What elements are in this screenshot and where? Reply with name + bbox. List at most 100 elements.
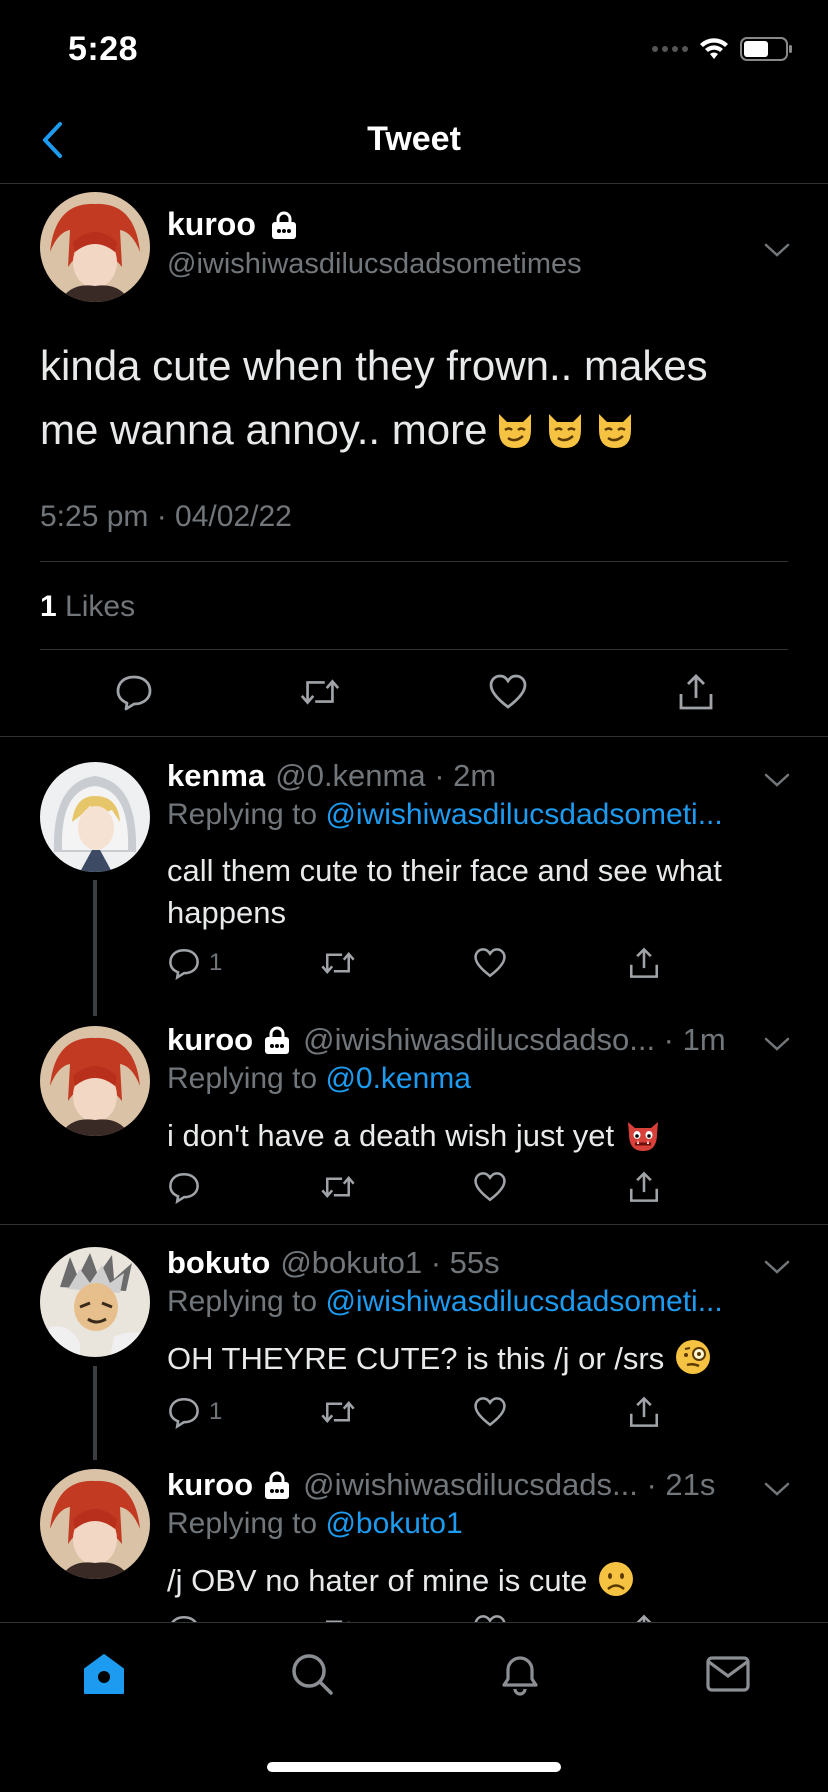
replying-prefix: Replying to (167, 1285, 326, 1318)
share-button[interactable] (627, 1395, 661, 1429)
reply-tweet[interactable]: kenma @0.kenma · 2m Replying to @iwishiw… (0, 758, 828, 1008)
reply-button[interactable] (167, 1613, 201, 1622)
avatar[interactable] (40, 1247, 150, 1357)
reply-author-name[interactable]: kuroo (167, 1467, 253, 1503)
share-icon (629, 1171, 659, 1202)
reply-text: i don't have a death wish just yet (167, 1114, 787, 1157)
likes-stat[interactable]: 1 Likes (40, 590, 135, 624)
lock-icon (271, 211, 296, 239)
tab-notifications[interactable] (495, 1649, 545, 1699)
retweet-icon (321, 1401, 355, 1423)
reply-button[interactable] (167, 1170, 209, 1204)
monocle-face-icon (675, 1340, 710, 1374)
chevron-down-icon[interactable] (762, 1257, 792, 1277)
reply-header: bokuto @bokuto1 · 55s (167, 1245, 500, 1281)
tweet-timestamp: 5:25 pm · 04/02/22 (40, 500, 292, 533)
page-title: Tweet (367, 120, 461, 158)
avatar[interactable] (40, 192, 150, 302)
chevron-down-icon[interactable] (762, 240, 792, 260)
retweet-button[interactable] (319, 1170, 357, 1204)
like-button[interactable] (473, 1170, 507, 1204)
retweet-button[interactable] (298, 670, 342, 714)
replying-to: Replying to @iwishiwasdilucsdadsometi... (167, 1285, 723, 1319)
comment-icon (116, 675, 152, 711)
reply-count: 1 (209, 1398, 223, 1425)
heart-icon (474, 1397, 506, 1427)
avatar[interactable] (40, 1469, 150, 1579)
retweet-button[interactable] (319, 1395, 357, 1429)
like-button[interactable] (473, 1613, 507, 1622)
tab-home[interactable] (79, 1649, 129, 1699)
share-icon (679, 674, 713, 710)
likes-count: 1 (40, 590, 57, 623)
lock-icon (265, 1026, 290, 1054)
status-bar: 5:28 (0, 0, 828, 96)
retweet-icon (321, 1176, 355, 1198)
reply-actions: 1 (167, 1395, 667, 1435)
reply-author-name[interactable]: kenma (167, 758, 265, 794)
replying-prefix: Replying to (167, 1062, 326, 1095)
divider (40, 649, 788, 650)
home-icon (84, 1654, 124, 1694)
mail-icon (706, 1656, 750, 1692)
likes-label: Likes (65, 590, 136, 623)
reply-button[interactable]: 1 (167, 1395, 222, 1429)
like-button[interactable] (473, 1395, 507, 1429)
signal-icon (652, 46, 688, 52)
chevron-down-icon[interactable] (762, 1479, 792, 1499)
tweet-text-line2: me wanna annoy.. more (40, 398, 790, 462)
share-button[interactable] (627, 946, 661, 980)
tweet-text: kinda cute when they frown.. makes me wa… (40, 334, 790, 462)
author-name-text: kuroo (167, 206, 256, 242)
avatar[interactable] (40, 762, 150, 872)
author-name[interactable]: kuroo (167, 206, 298, 243)
heart-icon (474, 948, 506, 978)
share-button[interactable] (627, 1170, 661, 1204)
tab-search[interactable] (287, 1649, 337, 1699)
heart-icon (474, 1615, 506, 1622)
retweet-button[interactable] (319, 946, 357, 980)
reply-author-name[interactable]: bokuto (167, 1245, 270, 1281)
home-indicator (267, 1762, 561, 1772)
replying-to: Replying to @0.kenma (167, 1062, 471, 1096)
reply-actions (167, 1170, 667, 1210)
heart-icon (474, 1172, 506, 1202)
tweet-actions (0, 670, 828, 730)
mention-link[interactable]: @bokuto1 (325, 1507, 462, 1540)
share-button[interactable] (627, 1613, 661, 1622)
mention-link[interactable]: @iwishiwasdilucsdadsometi... (325, 1285, 722, 1318)
mention-link[interactable]: @iwishiwasdilucsdadsometi... (325, 798, 722, 831)
reply-header: kuroo @iwishiwasdilucsdadso... · 1m (167, 1022, 726, 1058)
reply-handle-time: @bokuto1 · 55s (280, 1245, 500, 1280)
heart-icon (489, 674, 527, 709)
replying-to: Replying to @bokuto1 (167, 1507, 463, 1541)
reply-button[interactable] (112, 670, 156, 714)
reply-button[interactable]: 1 (167, 946, 222, 980)
reply-actions: 1 (167, 946, 667, 986)
reply-author-name[interactable]: kuroo (167, 1022, 253, 1058)
tab-messages[interactable] (703, 1649, 753, 1699)
reply-tweet[interactable]: kuroo @iwishiwasdilucsdads... · 21s Repl… (0, 1467, 828, 1622)
frowning-face-icon (599, 1562, 634, 1596)
chevron-down-icon[interactable] (762, 770, 792, 790)
like-button[interactable] (486, 670, 530, 714)
reply-header: kuroo @iwishiwasdilucsdads... · 21s (167, 1467, 715, 1503)
reply-tweet[interactable]: kuroo @iwishiwasdilucsdadso... · 1m Repl… (0, 1022, 828, 1212)
chevron-down-icon[interactable] (762, 1034, 792, 1054)
ogre-icon (627, 1122, 658, 1151)
mention-link[interactable]: @0.kenma (325, 1062, 471, 1095)
replying-to: Replying to @iwishiwasdilucsdadsometi... (167, 798, 723, 832)
avatar[interactable] (40, 1026, 150, 1136)
status-icons (652, 36, 794, 62)
reply-tweet[interactable]: bokuto @bokuto1 · 55s Replying to @iwish… (0, 1245, 828, 1445)
retweet-button[interactable] (319, 1613, 357, 1622)
like-button[interactable] (473, 946, 507, 980)
share-icon (629, 947, 659, 978)
share-icon (629, 1396, 659, 1427)
main-tweet: kuroo @iwishiwasdilucsdadsometimes kinda… (0, 184, 828, 737)
share-button[interactable] (674, 670, 718, 714)
divider (40, 561, 788, 562)
author-handle[interactable]: @iwishiwasdilucsdadsometimes (167, 248, 582, 281)
reply-text: /j OBV no hater of mine is cute (167, 1559, 787, 1602)
smirking-cat-icon (599, 414, 632, 448)
